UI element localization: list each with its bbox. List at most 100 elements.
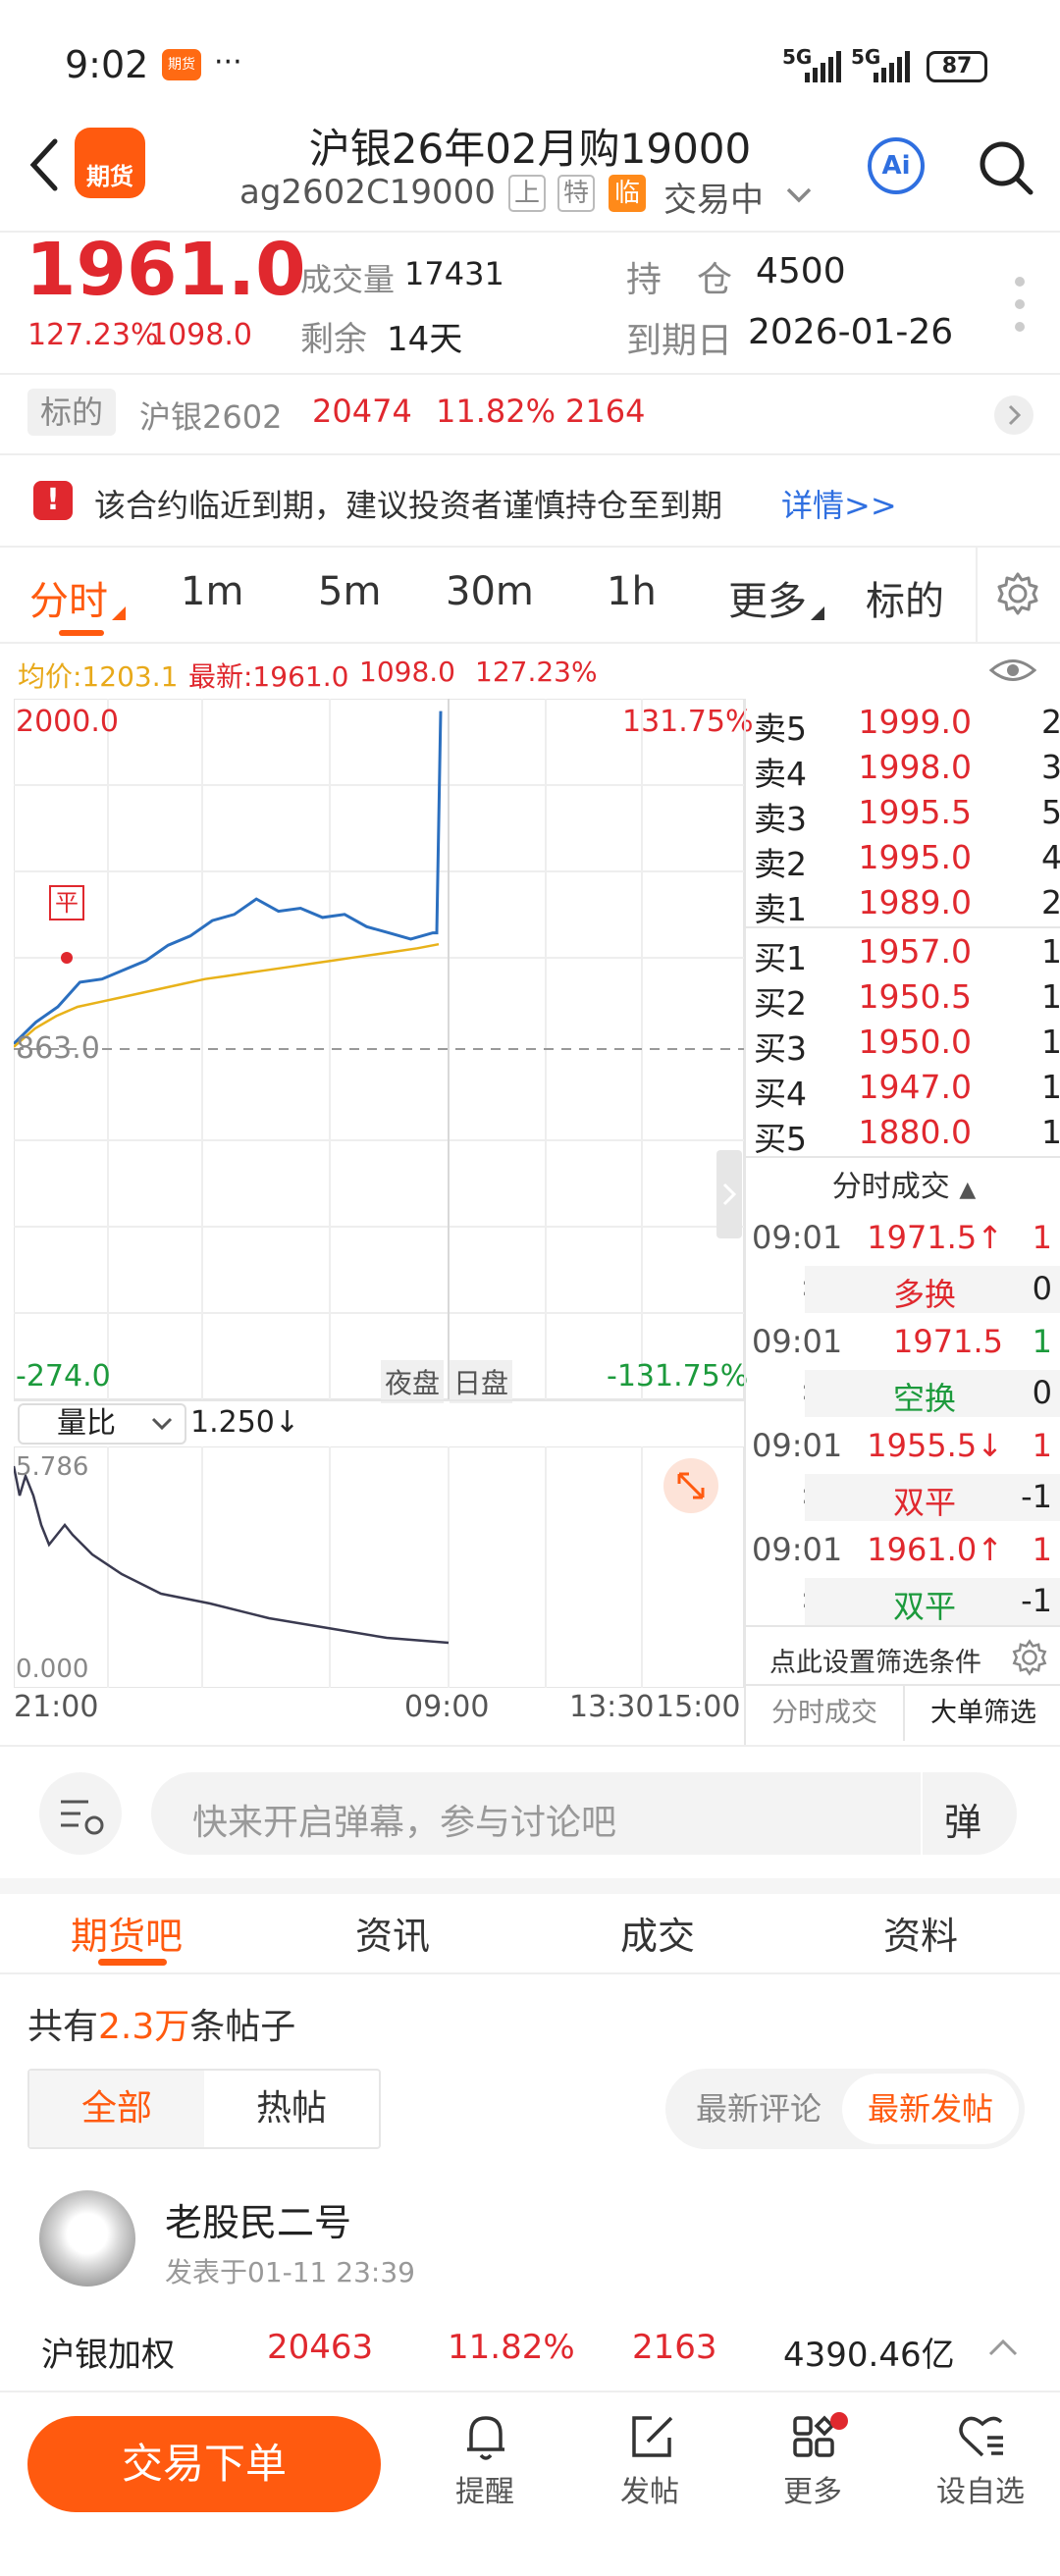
place-order-button[interactable]: 交易下单 bbox=[27, 2416, 381, 2512]
book-divider bbox=[746, 1156, 1060, 1158]
tab-forum[interactable]: 期货吧 bbox=[71, 1906, 183, 1960]
indicator-select[interactable]: 量比 bbox=[18, 1403, 186, 1445]
y-axis-mid: 863.0 bbox=[16, 1031, 100, 1066]
tab-large-orders[interactable]: 大单筛选 bbox=[905, 1686, 1060, 1741]
section-gap bbox=[0, 1878, 1060, 1894]
ask-price: 1995.0 bbox=[858, 838, 972, 876]
remaining-value: 14天 bbox=[387, 320, 463, 359]
nav-more[interactable]: 更多 bbox=[754, 2410, 872, 2518]
bid-row[interactable]: 买3 1950.0 1 bbox=[746, 1023, 1060, 1068]
tab-1h[interactable]: 1h bbox=[607, 569, 657, 614]
chevron-down-icon[interactable] bbox=[785, 186, 813, 204]
trades-title[interactable]: 分时成交 ▲ bbox=[746, 1160, 1060, 1215]
trade-item: 09:01:241971.5↑1多换0 bbox=[746, 1215, 1060, 1319]
chevron-up-icon[interactable] bbox=[987, 2338, 1019, 2357]
ask-price: 1989.0 bbox=[858, 883, 972, 921]
bid-row[interactable]: 买1 1957.0 1 bbox=[746, 932, 1060, 977]
status-time: 9:02 bbox=[65, 43, 149, 86]
chevron-right-icon bbox=[994, 395, 1034, 435]
nav-alert[interactable]: 提醒 bbox=[426, 2410, 544, 2518]
heart-list-icon bbox=[959, 2416, 1003, 2457]
comment-input[interactable]: 快来开启弹幕，参与讨论吧 弹 bbox=[151, 1772, 1017, 1855]
open-interest-label: 持 仓 bbox=[626, 260, 733, 300]
tab-trades-section[interactable]: 成交 bbox=[620, 1906, 695, 1960]
danmu-toggle[interactable]: 弹 bbox=[944, 1792, 981, 1846]
bid-label: 买5 bbox=[754, 1120, 807, 1158]
tab-trades[interactable]: 分时成交 bbox=[746, 1686, 903, 1741]
tab-more[interactable]: 更多 bbox=[728, 569, 807, 626]
index-ticker[interactable]: 沪银加权 20463 11.82% 2163 4390.46亿 bbox=[0, 2316, 1060, 2379]
avatar[interactable] bbox=[39, 2190, 135, 2287]
bid-row[interactable]: 买5 1880.0 1 bbox=[746, 1113, 1060, 1158]
signal-icon bbox=[805, 51, 841, 82]
compose-icon bbox=[632, 2416, 673, 2457]
nav-post[interactable]: 发帖 bbox=[591, 2410, 709, 2518]
ask-row[interactable]: 卖2 1995.0 4 bbox=[746, 838, 1060, 883]
sort-latest-post[interactable]: 最新发帖 bbox=[842, 2074, 1019, 2144]
trade-type: 双平 bbox=[893, 1588, 957, 1625]
app-badge-icon: 期货 bbox=[162, 49, 201, 80]
filter-hot[interactable]: 热帖 bbox=[204, 2071, 379, 2147]
trade-item: 09:01:261961.0↑1双平-1 bbox=[746, 1527, 1060, 1631]
tab-intraday[interactable]: 分时 bbox=[29, 569, 108, 626]
price-chart[interactable] bbox=[14, 699, 744, 1399]
trades-title-text: 分时成交 bbox=[831, 1170, 950, 1204]
volume-ratio-chart[interactable] bbox=[14, 1446, 744, 1688]
eye-icon[interactable] bbox=[989, 656, 1036, 685]
filter-hint-row[interactable]: 点此设置筛选条件 bbox=[746, 1627, 1060, 1684]
notice-detail-link[interactable]: 详情>> bbox=[781, 481, 897, 526]
expand-chart-icon[interactable] bbox=[663, 1458, 718, 1513]
post-sort: 最新评论 最新发帖 bbox=[665, 2069, 1025, 2149]
bid-volume: 1 bbox=[1041, 1023, 1060, 1061]
tab-1m[interactable]: 1m bbox=[181, 569, 243, 614]
search-icon[interactable] bbox=[978, 139, 1034, 196]
trade-qty: 1 bbox=[1032, 1219, 1052, 1256]
chart-tabs: 分时 1m 5m 30m 1h 更多 标的 bbox=[0, 548, 1060, 642]
ai-assistant-icon[interactable]: Ai bbox=[868, 137, 925, 194]
tab-30m[interactable]: 30m bbox=[446, 569, 534, 614]
more-vertical-icon[interactable] bbox=[1013, 275, 1027, 334]
tag-shanghai: 上 bbox=[508, 175, 546, 212]
nav-watchlist-label: 设自选 bbox=[936, 2475, 1025, 2509]
tab-news[interactable]: 资讯 bbox=[355, 1906, 430, 1960]
bid-price: 1950.5 bbox=[858, 977, 972, 1016]
ask-row[interactable]: 卖1 1989.0 2 bbox=[746, 883, 1060, 928]
expiry-notice[interactable]: ! 该合约临近到期，建议投资者谨慎持仓至到期 详情>> bbox=[0, 455, 1060, 546]
expand-panel-handle[interactable] bbox=[716, 1150, 742, 1238]
battery-icon: 87 bbox=[927, 51, 987, 82]
volume-label: 成交量 bbox=[300, 261, 396, 298]
avg-price: 均价:1203.1 bbox=[18, 660, 179, 693]
trade-price: 1961.0↑ bbox=[867, 1531, 1003, 1568]
sort-latest-comment[interactable]: 最新评论 bbox=[675, 2069, 842, 2149]
tab-5m[interactable]: 5m bbox=[318, 569, 381, 614]
tab-info[interactable]: 资料 bbox=[883, 1906, 958, 1960]
chevron-right-icon bbox=[722, 1183, 737, 1206]
underlying-row[interactable]: 标的 沪银2602 20474 11.82% 2164 bbox=[0, 375, 1060, 453]
chevron-down-icon bbox=[151, 1417, 173, 1431]
logo-text: 期货 bbox=[86, 163, 133, 190]
tag-special: 特 bbox=[557, 175, 595, 212]
filter-all[interactable]: 全部 bbox=[29, 2071, 204, 2147]
back-icon[interactable] bbox=[27, 137, 61, 192]
close-position-marker[interactable]: 平 bbox=[49, 885, 84, 920]
bid-row[interactable]: 买2 1950.5 1 bbox=[746, 977, 1060, 1023]
bid-row[interactable]: 买4 1947.0 1 bbox=[746, 1068, 1060, 1113]
info-pct: 127.23% bbox=[475, 656, 598, 688]
post-filter: 全部 热帖 bbox=[27, 2069, 381, 2149]
ask-row[interactable]: 卖4 1998.0 3 bbox=[746, 748, 1060, 793]
ask-row[interactable]: 卖3 1995.5 5 bbox=[746, 793, 1060, 838]
nav-post-label: 发帖 bbox=[620, 2475, 679, 2509]
volume-value: 17431 bbox=[404, 255, 504, 292]
tab-more-indicator bbox=[811, 606, 824, 620]
trading-status[interactable]: 交易中 bbox=[663, 173, 764, 221]
nav-watchlist[interactable]: 设自选 bbox=[917, 2410, 1044, 2518]
danmu-settings-icon[interactable] bbox=[39, 1772, 122, 1855]
tab-underlying[interactable]: 标的 bbox=[866, 569, 944, 626]
settings-gear-icon[interactable] bbox=[995, 571, 1040, 616]
underlying-pct: 11.82% bbox=[436, 393, 556, 430]
info-change: 1098.0 bbox=[359, 656, 455, 688]
ticker-price: 20463 bbox=[267, 2328, 374, 2367]
ask-row[interactable]: 卖5 1999.0 2 bbox=[746, 703, 1060, 748]
post-author[interactable]: 老股民二号 bbox=[165, 2192, 351, 2246]
ask-volume: 3 bbox=[1041, 748, 1060, 786]
